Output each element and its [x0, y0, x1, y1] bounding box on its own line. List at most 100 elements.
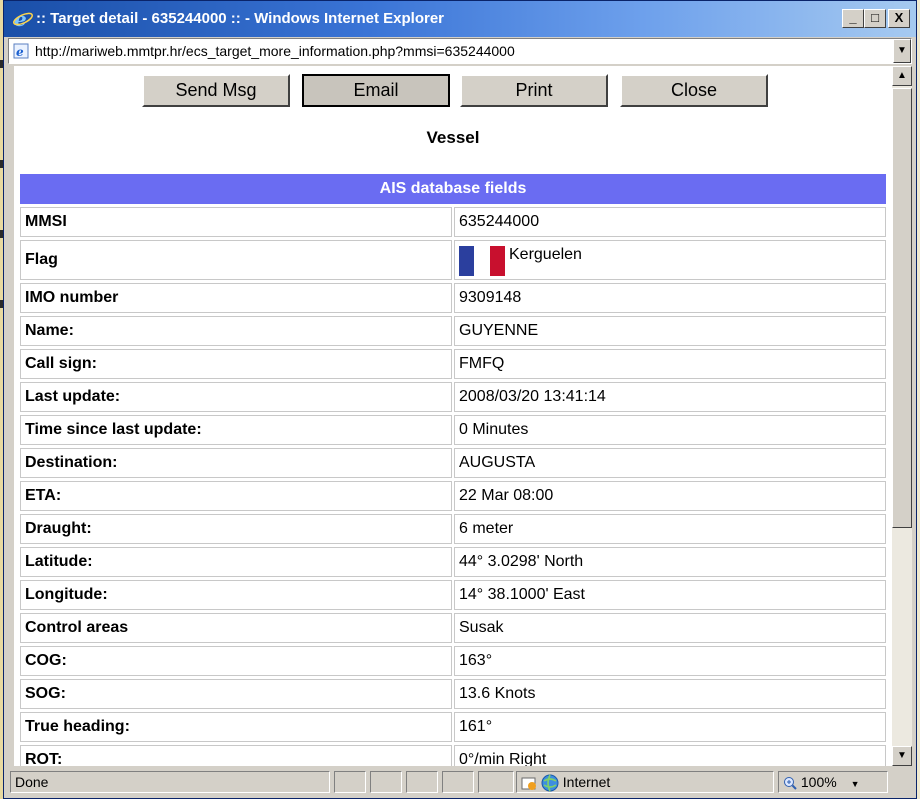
close-window-button[interactable]: X: [888, 9, 910, 28]
table-row: True heading: 161°: [20, 712, 886, 742]
table-row: Destination: AUGUSTA: [20, 448, 886, 478]
field-label: Call sign:: [20, 349, 452, 379]
field-label: COG:: [20, 646, 452, 676]
field-label: SOG:: [20, 679, 452, 709]
field-label: ROT:: [20, 745, 452, 766]
minimize-icon: _: [849, 10, 857, 25]
maximize-icon: □: [871, 10, 879, 25]
print-button[interactable]: Print: [460, 74, 608, 107]
page-heading: Vessel: [426, 128, 480, 147]
table-row: Draught: 6 meter: [20, 514, 886, 544]
page-content: Send Msg Email Print Close Vessel AIS da…: [14, 66, 892, 766]
field-label: True heading:: [20, 712, 452, 742]
arrow-down-icon: ▼: [897, 750, 907, 761]
field-label: Name:: [20, 316, 452, 346]
close-icon: X: [894, 10, 904, 25]
table-header: AIS database fields: [20, 174, 886, 204]
zoom-dropdown-icon[interactable]: ▼: [851, 779, 860, 789]
address-dropdown-button[interactable]: ▼: [893, 39, 911, 63]
zoom-level: 100%: [800, 774, 837, 790]
status-pane: [334, 771, 366, 793]
field-value: AUGUSTA: [454, 448, 886, 478]
scroll-thumb[interactable]: [892, 88, 912, 528]
field-label: ETA:: [20, 481, 452, 511]
field-value: 6 meter: [454, 514, 886, 544]
title-bar[interactable]: e :: Target detail - 635244000 :: - Wind…: [4, 1, 916, 37]
zoom-control[interactable]: 100% ▼: [778, 771, 888, 793]
resize-grip-icon[interactable]: [890, 771, 910, 793]
field-value: 22 Mar 08:00: [454, 481, 886, 511]
field-value: 9309148: [454, 283, 886, 313]
window-title: :: Target detail - 635244000 :: - Window…: [36, 10, 445, 27]
field-label: Longitude:: [20, 580, 452, 610]
zoom-icon: [784, 777, 797, 791]
globe-icon: [541, 774, 559, 792]
ie-page-icon: e: [13, 43, 29, 59]
scroll-up-button[interactable]: ▲: [892, 66, 912, 86]
table-row: SOG: 13.6 Knots: [20, 679, 886, 709]
field-value: 0 Minutes: [454, 415, 886, 445]
status-pane: [370, 771, 402, 793]
field-value: 161°: [454, 712, 886, 742]
flag-icon: [459, 246, 505, 277]
table-row: ROT: 0°/min Right: [20, 745, 886, 766]
field-value: 2008/03/20 13:41:14: [454, 382, 886, 412]
field-label: Latitude:: [20, 547, 452, 577]
table-row: IMO number 9309148: [20, 283, 886, 313]
field-label: Draught:: [20, 514, 452, 544]
status-text: Done: [10, 771, 330, 793]
browser-window: e :: Target detail - 635244000 :: - Wind…: [3, 0, 917, 799]
vertical-scrollbar[interactable]: ▲ ▼: [892, 66, 912, 766]
send-msg-button[interactable]: Send Msg: [142, 74, 290, 107]
field-value: 44° 3.0298' North: [454, 547, 886, 577]
field-label: Control areas: [20, 613, 452, 643]
field-value: 0°/min Right: [454, 745, 886, 766]
maximize-button[interactable]: □: [864, 9, 886, 28]
field-value: 14° 38.1000' East: [454, 580, 886, 610]
address-bar[interactable]: e http://mariweb.mmtpr.hr/ecs_target_mor…: [8, 38, 912, 64]
status-pane: [442, 771, 474, 793]
table-row: Flag Kerguelen: [20, 240, 886, 280]
field-value: 13.6 Knots: [454, 679, 886, 709]
internet-explorer-icon: e: [13, 9, 33, 29]
field-value: Susak: [454, 613, 886, 643]
arrow-up-icon: ▲: [897, 70, 907, 81]
field-label: Destination:: [20, 448, 452, 478]
field-label: IMO number: [20, 283, 452, 313]
status-bar: Done Internet 100% ▼: [8, 769, 912, 795]
table-row: Longitude: 14° 38.1000' East: [20, 580, 886, 610]
protected-mode-icon: [521, 777, 536, 791]
table-row: COG: 163°: [20, 646, 886, 676]
status-pane: [478, 771, 514, 793]
table-row: Time since last update: 0 Minutes: [20, 415, 886, 445]
table-row: Latitude: 44° 3.0298' North: [20, 547, 886, 577]
table-row: Control areas Susak: [20, 613, 886, 643]
table-row: Last update: 2008/03/20 13:41:14: [20, 382, 886, 412]
field-value: Kerguelen: [454, 240, 886, 280]
svg-text:e: e: [16, 45, 24, 59]
field-label: Last update:: [20, 382, 452, 412]
zone-label: Internet: [562, 774, 611, 790]
field-value: FMFQ: [454, 349, 886, 379]
scroll-down-button[interactable]: ▼: [892, 746, 912, 766]
ais-fields-table: AIS database fields MMSI 635244000 Flag Ker…: [20, 174, 886, 766]
table-row: Call sign: FMFQ: [20, 349, 886, 379]
minimize-button[interactable]: _: [842, 9, 864, 28]
field-label: Time since last update:: [20, 415, 452, 445]
field-value: GUYENNE: [454, 316, 886, 346]
chevron-down-icon: ▼: [897, 45, 907, 56]
field-label: MMSI: [20, 207, 452, 237]
action-toolbar: Send Msg Email Print Close: [14, 71, 892, 107]
url-text[interactable]: http://mariweb.mmtpr.hr/ecs_target_more_…: [35, 43, 515, 59]
close-button[interactable]: Close: [620, 74, 768, 107]
email-button[interactable]: Email: [302, 74, 450, 107]
table-row: MMSI 635244000: [20, 207, 886, 237]
status-pane: [406, 771, 438, 793]
field-value: 163°: [454, 646, 886, 676]
security-zone[interactable]: Internet: [516, 771, 774, 793]
field-label: Flag: [20, 240, 452, 280]
flag-country-name: Kerguelen: [509, 246, 582, 263]
field-value: 635244000: [454, 207, 886, 237]
table-row: Name: GUYENNE: [20, 316, 886, 346]
table-row: ETA: 22 Mar 08:00: [20, 481, 886, 511]
